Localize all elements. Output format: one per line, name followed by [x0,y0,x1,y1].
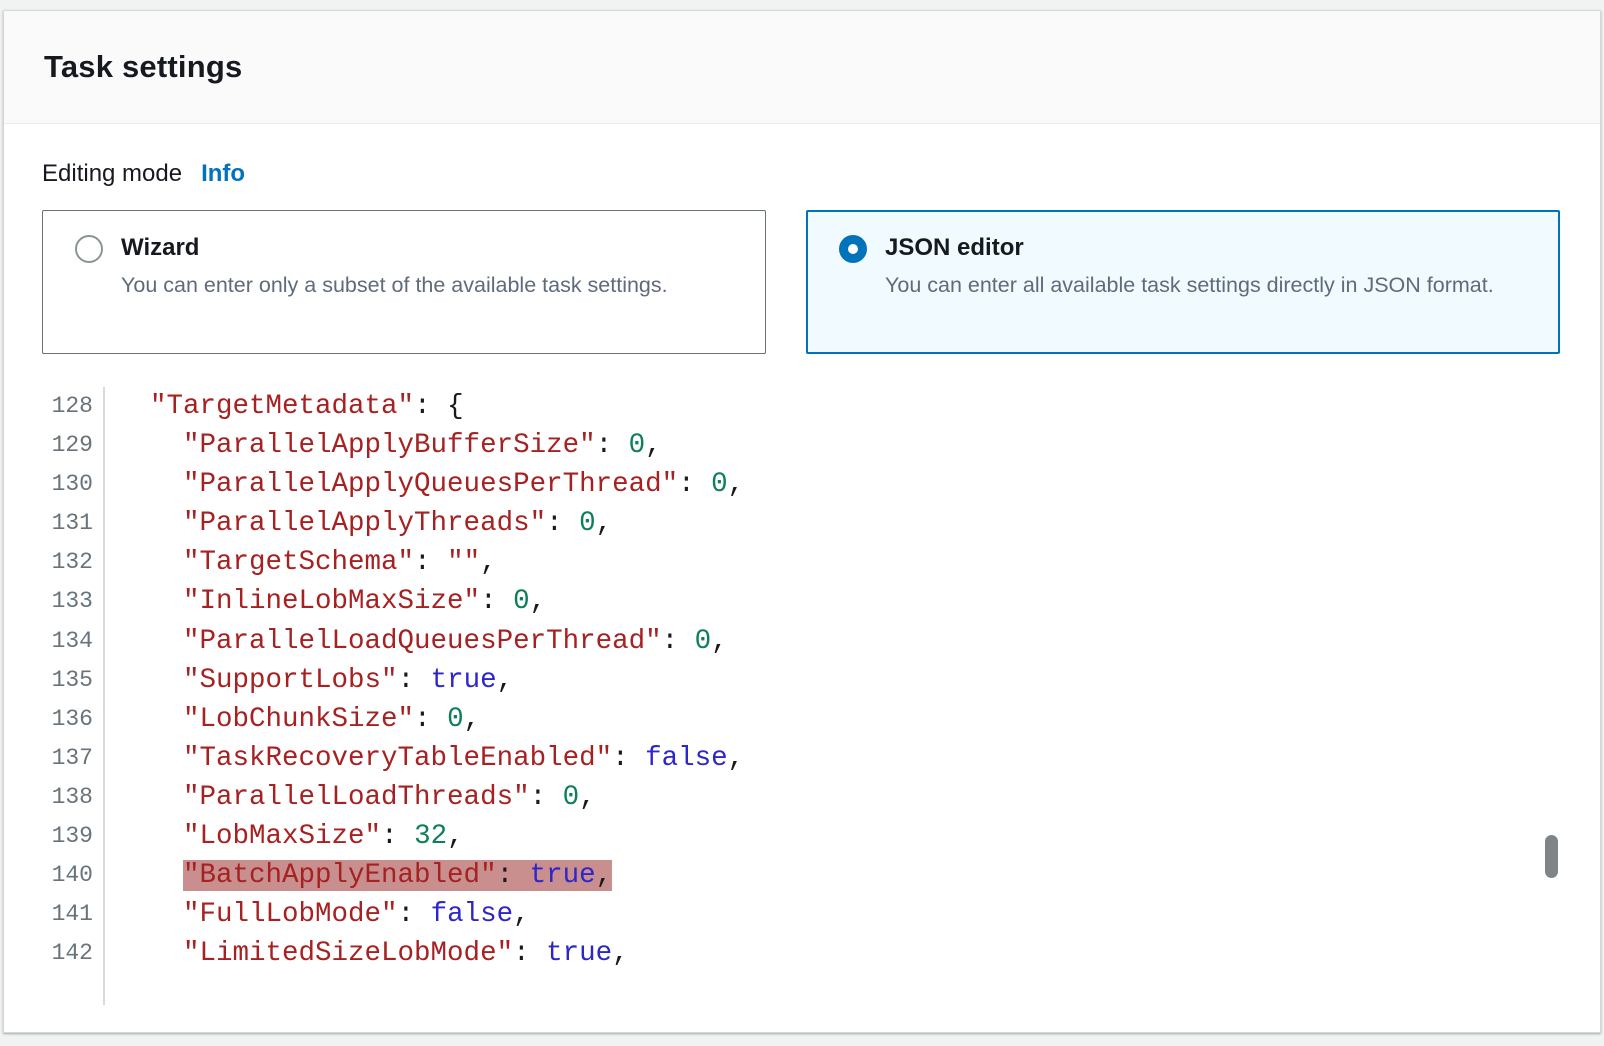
code-text: "ParallelLoadQueuesPerThread": 0, [105,622,728,661]
code-line[interactable]: 137 "TaskRecoveryTableEnabled": false, [42,739,1560,778]
task-settings-panel: Task settings Editing mode Info Wizard Y… [3,10,1601,1033]
code-line[interactable]: 134 "ParallelLoadQueuesPerThread": 0, [42,622,1560,661]
radio-checked-icon[interactable] [839,235,867,263]
line-number: 137 [42,739,105,778]
line-number [42,973,105,1005]
line-number: 133 [42,582,105,621]
line-number: 128 [42,387,105,426]
option-label: JSON editor [885,233,1494,263]
code-line[interactable]: 140 "BatchApplyEnabled": true, [42,856,1560,895]
line-number: 136 [42,700,105,739]
code-text: "LimitedSizeLobMode": true, [105,934,629,973]
option-description: You can enter all available task setting… [885,268,1494,302]
line-number: 139 [42,817,105,856]
code-text: "ParallelApplyQueuesPerThread": 0, [105,465,744,504]
radio-unchecked-icon[interactable] [75,235,103,263]
code-line[interactable]: 132 "TargetSchema": "", [42,543,1560,582]
code-text: "SupportLobs": true, [105,661,513,700]
code-line[interactable]: 142 "LimitedSizeLobMode": true, [42,934,1560,973]
code-line[interactable]: 131 "ParallelApplyThreads": 0, [42,504,1560,543]
editing-mode-options: Wizard You can enter only a subset of th… [42,210,1560,354]
code-line[interactable]: 139 "LobMaxSize": 32, [42,817,1560,856]
code-text: "TargetSchema": "", [105,543,497,582]
editing-mode-option-json-editor[interactable]: JSON editor You can enter all available … [806,210,1560,354]
info-link[interactable]: Info [201,160,245,188]
code-text: "ParallelApplyThreads": 0, [105,504,612,543]
code-text: "TaskRecoveryTableEnabled": false, [105,739,744,778]
code-line[interactable]: 128 "TargetMetadata": { [42,387,1560,426]
panel-header: Task settings [4,11,1600,124]
code-line[interactable] [42,973,1560,1005]
editing-mode-label: Editing mode [42,160,182,188]
line-number: 142 [42,934,105,973]
code-line[interactable]: 141 "FullLobMode": false, [42,895,1560,934]
line-number: 138 [42,778,105,817]
code-line[interactable]: 133 "InlineLobMaxSize": 0, [42,582,1560,621]
line-number: 131 [42,504,105,543]
code-text: "ParallelLoadThreads": 0, [105,778,596,817]
code-line[interactable]: 135 "SupportLobs": true, [42,661,1560,700]
option-text: Wizard You can enter only a subset of th… [121,233,668,302]
option-label: Wizard [121,233,668,263]
line-number: 129 [42,426,105,465]
page-title: Task settings [44,49,242,85]
option-text: JSON editor You can enter all available … [885,233,1494,302]
code-text: "LobMaxSize": 32, [105,817,464,856]
editing-mode-option-wizard[interactable]: Wizard You can enter only a subset of th… [42,210,766,354]
editor-scrollbar-thumb[interactable] [1545,835,1558,878]
line-number: 130 [42,465,105,504]
code-text: "ParallelApplyBufferSize": 0, [105,426,662,465]
code-text: "FullLobMode": false, [105,895,530,934]
line-number: 135 [42,661,105,700]
code-text: "InlineLobMaxSize": 0, [105,582,546,621]
option-description: You can enter only a subset of the avail… [121,268,668,302]
code-line[interactable]: 129 "ParallelApplyBufferSize": 0, [42,426,1560,465]
line-number: 141 [42,895,105,934]
code-line[interactable]: 138 "ParallelLoadThreads": 0, [42,778,1560,817]
json-code-editor[interactable]: 128 "TargetMetadata": {129 "ParallelAppl… [42,387,1560,1005]
code-text: "LobChunkSize": 0, [105,700,480,739]
line-number: 134 [42,622,105,661]
code-line[interactable]: 136 "LobChunkSize": 0, [42,700,1560,739]
line-number: 140 [42,856,105,895]
highlighted-code: "BatchApplyEnabled": true, [183,860,612,891]
editing-mode-row: Editing mode Info [42,160,1560,192]
panel-body: Editing mode Info Wizard You can enter o… [4,124,1600,1005]
code-line[interactable]: 130 "ParallelApplyQueuesPerThread": 0, [42,465,1560,504]
code-text: "BatchApplyEnabled": true, [105,856,612,895]
code-text: "TargetMetadata": { [105,387,464,426]
line-number: 132 [42,543,105,582]
